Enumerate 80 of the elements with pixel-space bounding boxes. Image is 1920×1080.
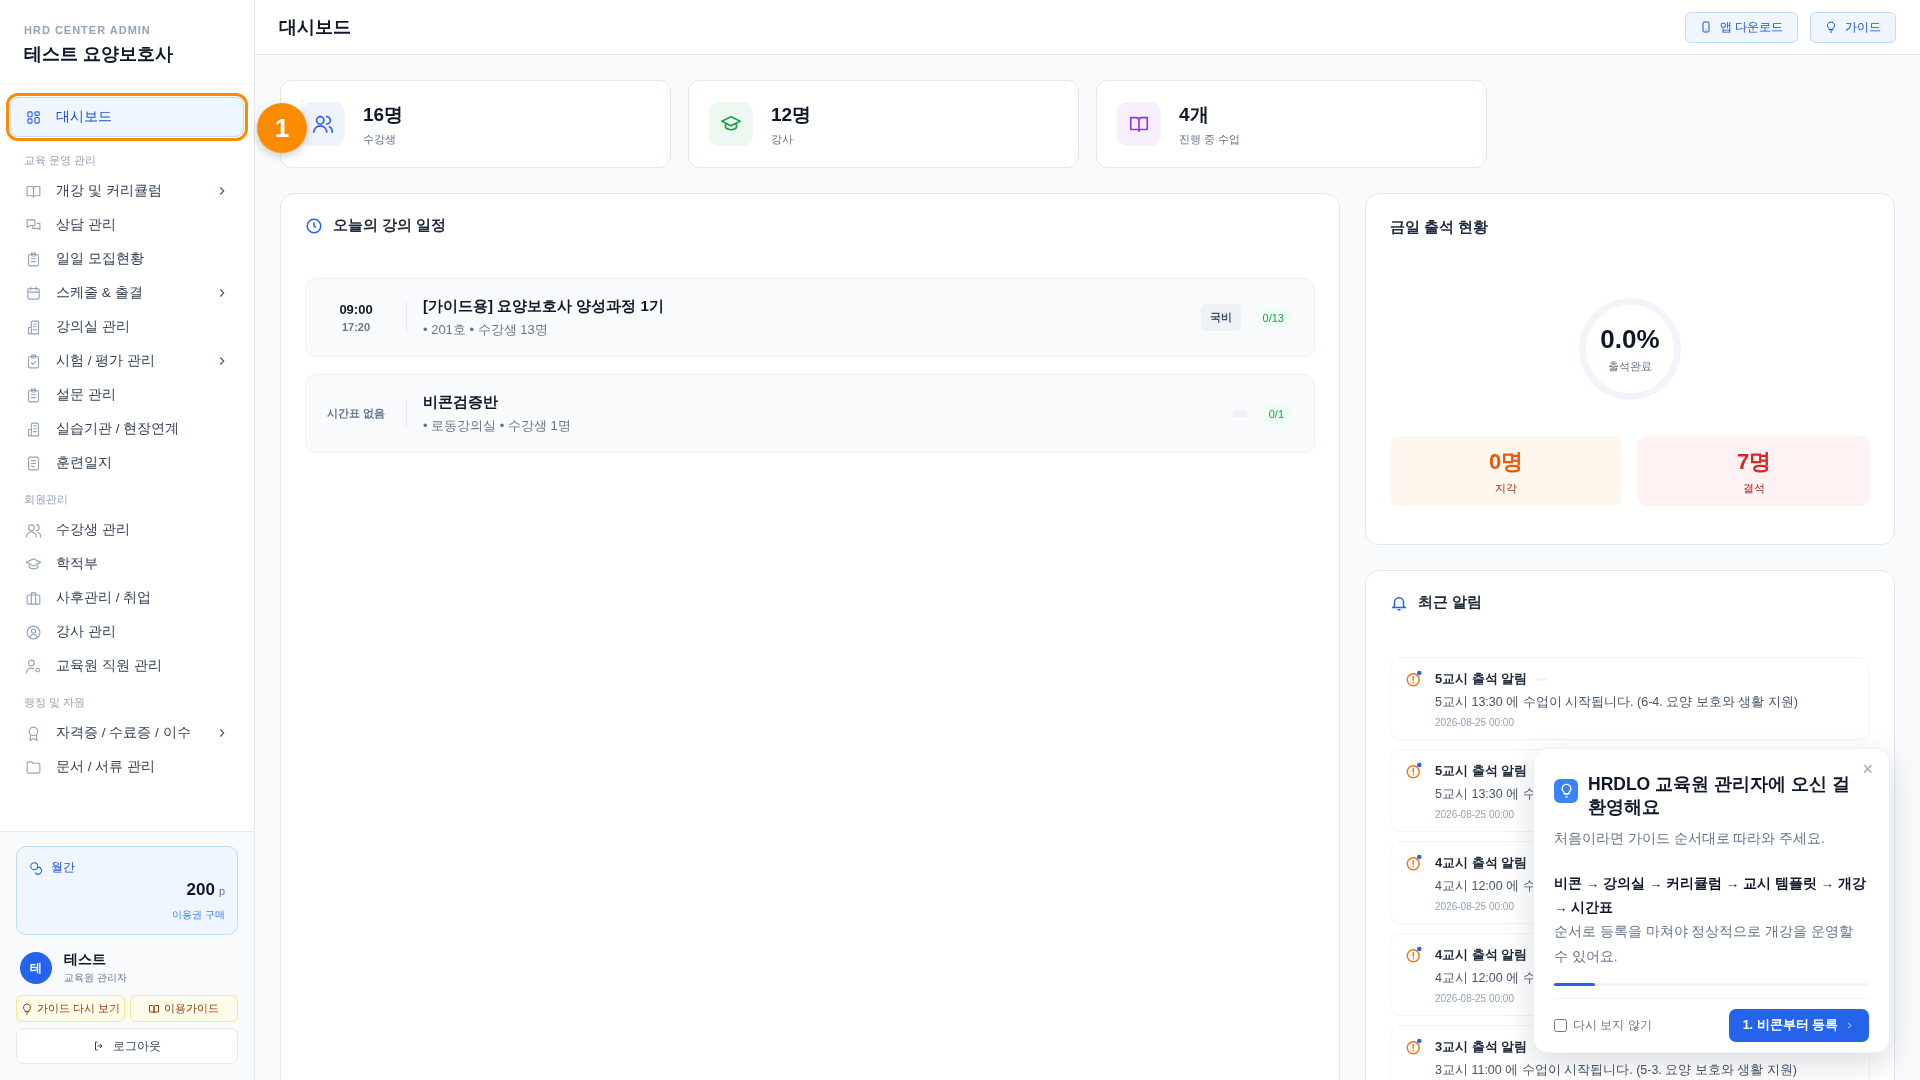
end-time: 17:20 xyxy=(340,321,372,333)
sidebar-item[interactable]: 수강생 관리 xyxy=(10,513,244,547)
checkbox-label: 다시 보지 않기 xyxy=(1573,1017,1652,1034)
guide-button[interactable]: 이용가이드 xyxy=(129,995,238,1022)
stat-label: 강사 xyxy=(771,131,794,147)
guide-steps: 비콘 → 강의실 → 커리큘럼 → 교시 템플릿 → 개강 → 시간표 xyxy=(1554,871,1869,921)
sidebar-item[interactable]: 일일 모집현황 xyxy=(10,242,244,276)
rate-label: 출석완료 xyxy=(1608,359,1652,374)
sidebar-item[interactable]: 시험 / 평가 관리 xyxy=(10,344,244,378)
popup-title: HRDLO 교육원 관리자에 오신 걸 환영해요 xyxy=(1588,772,1851,820)
sidebar-item[interactable]: 교육원 직원 관리 xyxy=(10,649,244,683)
sidebar-item[interactable]: 설문 관리 xyxy=(10,378,244,412)
sidebar-item[interactable]: 상담 관리 xyxy=(10,208,244,242)
class-detail: • 201호 • 수강생 13명 xyxy=(423,320,549,339)
brand-title: 테스트 요양보호사 xyxy=(24,43,174,66)
sidebar-item[interactable]: 문서 / 서류 관리 xyxy=(10,750,244,784)
stat-label: 수강생 xyxy=(363,131,397,147)
notification-title: 4교시 출석 알림 xyxy=(1435,946,1528,964)
notification-title: 5교시 출석 알림 xyxy=(1435,670,1528,688)
logout-button[interactable]: 로그아웃 xyxy=(16,1028,238,1064)
notification-message: 5교시 13:30 에 수업이 시작됩니다. (6-4. 요양 보호와 생활 지원) xyxy=(1435,694,1798,711)
notification-title: 3교시 출석 알림 xyxy=(1435,1038,1528,1056)
sidebar-item[interactable]: 훈련일지 xyxy=(10,446,244,480)
notification-date: 2026-08-25 00:00 xyxy=(1435,901,1515,912)
panel-title: 금일 출석 현황 xyxy=(1390,218,1490,237)
points-unit: p xyxy=(218,885,225,897)
no-timetable-label: 시간표 없음 xyxy=(325,406,387,421)
panel-title: 오늘의 강의 일정 xyxy=(333,216,447,235)
attendance-count: 0/1 xyxy=(1260,403,1292,424)
count-label: 결석 xyxy=(1743,480,1765,496)
count-value: 0명 xyxy=(1488,447,1524,476)
attendance-rate: 0.0% xyxy=(1600,324,1660,355)
guide-button[interactable]: 가이드 다시 보기 xyxy=(16,995,125,1022)
notification-item[interactable]: 5교시 출석 알림 5교시 13:30 에 수업이 시작됩니다. (6-4. 요양 보호와 생활 지원) 2026-08-25 00:00 xyxy=(1390,657,1870,740)
step-badge: 1 xyxy=(257,103,307,153)
notification-date: 2026-08-25 00:00 xyxy=(1435,809,1515,820)
funding-tag: 국비 xyxy=(1200,304,1241,331)
schedule-row[interactable]: 시간표 없음 비콘검증반 • 로동강의실 • 수강생 1명 0/1 xyxy=(305,374,1315,453)
points-value: 200 xyxy=(186,880,215,899)
sidebar-item[interactable]: 실습기관 / 현장연계 xyxy=(10,412,244,446)
next-step-button[interactable]: 1. 비콘부터 등록 xyxy=(1728,1009,1869,1042)
avatar: 테 xyxy=(20,952,52,984)
header-button[interactable]: 앱 다운로드 xyxy=(1684,11,1798,43)
notification-title: 5교시 출석 알림 xyxy=(1435,762,1528,780)
brand-caption: HRD CENTER ADMIN xyxy=(24,24,152,36)
purchase-link[interactable]: 이용권 구매 xyxy=(172,909,225,920)
plan-name: 월간 xyxy=(51,859,75,876)
sidebar-item[interactable]: 스케줄 & 출결 xyxy=(10,276,244,310)
popup-note: 순서로 등록을 마쳐야 정상적으로 개강을 운영할 수 있어요. xyxy=(1554,923,1854,966)
class-title: 비콘검증반 xyxy=(423,392,499,412)
popup-intro: 처음이라면 가이드 순서대로 따라와 주세요. xyxy=(1554,829,1826,848)
class-title: [가이드용] 요양보호사 양성과정 1기 xyxy=(423,296,665,316)
section-label: 행정 및 자원 xyxy=(23,695,87,710)
schedule-row[interactable]: 09:00 17:20 [가이드용] 요양보호사 양성과정 1기 • 201호 • 수강생 13명 국비 0/13 xyxy=(305,278,1315,357)
sidebar-item[interactable]: 강사 관리 xyxy=(10,615,244,649)
sidebar-item[interactable]: 사후관리 / 취업 xyxy=(10,581,244,615)
count-label: 지각 xyxy=(1495,480,1517,496)
notification-date: 2026-08-25 00:00 xyxy=(1435,993,1515,1004)
user-role: 교육원 관리자 xyxy=(64,971,127,985)
section-label: 회원관리 xyxy=(23,492,69,507)
notification-date: 2026-08-25 00:00 xyxy=(1435,717,1515,728)
panel-title: 최근 알림 xyxy=(1418,593,1483,612)
start-time: 09:00 xyxy=(338,302,374,317)
stat-label: 진행 중 수업 xyxy=(1179,131,1241,147)
stat-value: 4개 xyxy=(1179,102,1210,127)
attendance-count: 0/13 xyxy=(1254,307,1292,328)
sidebar-item[interactable]: 자격증 / 수료증 / 이수 xyxy=(10,716,244,750)
class-detail: • 로동강의실 • 수강생 1명 xyxy=(423,416,572,435)
notification-title: 4교시 출석 알림 xyxy=(1435,854,1528,872)
sidebar-item[interactable]: 강의실 관리 xyxy=(10,310,244,344)
user-name: 테스트 xyxy=(64,951,107,969)
section-label: 교육 운영 관리 xyxy=(23,153,98,168)
stat-value: 12명 xyxy=(771,102,812,127)
sidebar-item[interactable]: 개강 및 커리큘럼 xyxy=(10,174,244,208)
notification-message: 3교시 11:00 에 수업이 시작됩니다. (5-3. 요양 보호와 생활 지원) xyxy=(1435,1062,1797,1079)
count-value: 7명 xyxy=(1736,447,1772,476)
page-title: 대시보드 xyxy=(279,16,351,39)
stat-value: 16명 xyxy=(363,102,404,127)
sidebar-item[interactable]: 학적부 xyxy=(10,547,244,581)
header-button[interactable]: 가이드 xyxy=(1810,11,1896,43)
